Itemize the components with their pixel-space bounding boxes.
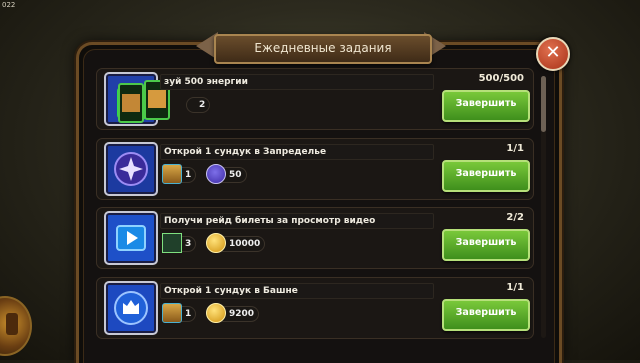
corner-label: 022 xyxy=(2,1,16,9)
task-row: зуй 500 энергии 500/500 2 Завершить xyxy=(96,68,534,130)
chest-reward-icon xyxy=(162,164,182,184)
reward-item: 9200 xyxy=(206,303,266,323)
tower-icon xyxy=(104,281,158,335)
side-menu-hero-icon[interactable] xyxy=(0,296,32,356)
task-title-bar: зуй 500 энергии xyxy=(160,74,434,90)
task-title-bar: Открой 1 сундук в Запределье xyxy=(160,144,434,160)
task-title: Открой 1 сундук в Башне xyxy=(164,286,298,296)
task-progress: 500/500 xyxy=(478,73,524,84)
gold-coin-icon xyxy=(206,233,226,253)
complete-button[interactable]: Завершить xyxy=(442,299,530,331)
task-title: Получи рейд билеты за просмотр видео xyxy=(164,216,376,226)
gold-coin-icon xyxy=(206,303,226,323)
tower-crown-icon xyxy=(114,291,148,325)
beyond-portal-icon xyxy=(104,142,158,196)
reward-item: 1 xyxy=(162,164,202,184)
reward-item: 50 xyxy=(206,164,256,184)
task-progress: 1/1 xyxy=(506,143,524,154)
chest-reward-icon xyxy=(162,303,182,323)
close-button[interactable]: ✕ xyxy=(536,37,570,71)
scrollbar-thumb[interactable] xyxy=(541,76,546,132)
task-row: Получи рейд билеты за просмотр видео 2/2… xyxy=(96,207,534,269)
task-row: Открой 1 сундук в Башне 1/1 1 9200 Завер… xyxy=(96,277,534,339)
task-progress: 1/1 xyxy=(506,282,524,293)
reward-item: 3 xyxy=(162,233,202,253)
complete-button[interactable]: Завершить xyxy=(442,90,530,122)
task-title: Открой 1 сундук в Запределье xyxy=(164,147,327,157)
video-play-icon xyxy=(104,211,158,265)
reward-amount: 2 xyxy=(186,97,211,113)
energy-orb-icon xyxy=(206,164,226,184)
play-icon xyxy=(116,225,146,251)
panel-title: Ежедневные задания xyxy=(214,34,432,64)
task-list-scrollbar[interactable] xyxy=(541,76,546,338)
reward-item: 10000 xyxy=(206,233,276,253)
task-title-bar: Открой 1 сундук в Башне xyxy=(160,283,434,299)
reward-item: 1 xyxy=(162,303,202,323)
portal-star-icon xyxy=(114,152,148,186)
task-title-bar: Получи рейд билеты за просмотр видео xyxy=(160,213,434,229)
task-title: зуй 500 энергии xyxy=(164,77,248,87)
task-progress: 2/2 xyxy=(506,212,524,223)
complete-button[interactable]: Завершить xyxy=(442,229,530,261)
raid-ticket-icon xyxy=(162,233,182,253)
task-row: Открой 1 сундук в Запределье 1/1 1 50 За… xyxy=(96,138,534,200)
complete-button[interactable]: Завершить xyxy=(442,160,530,192)
